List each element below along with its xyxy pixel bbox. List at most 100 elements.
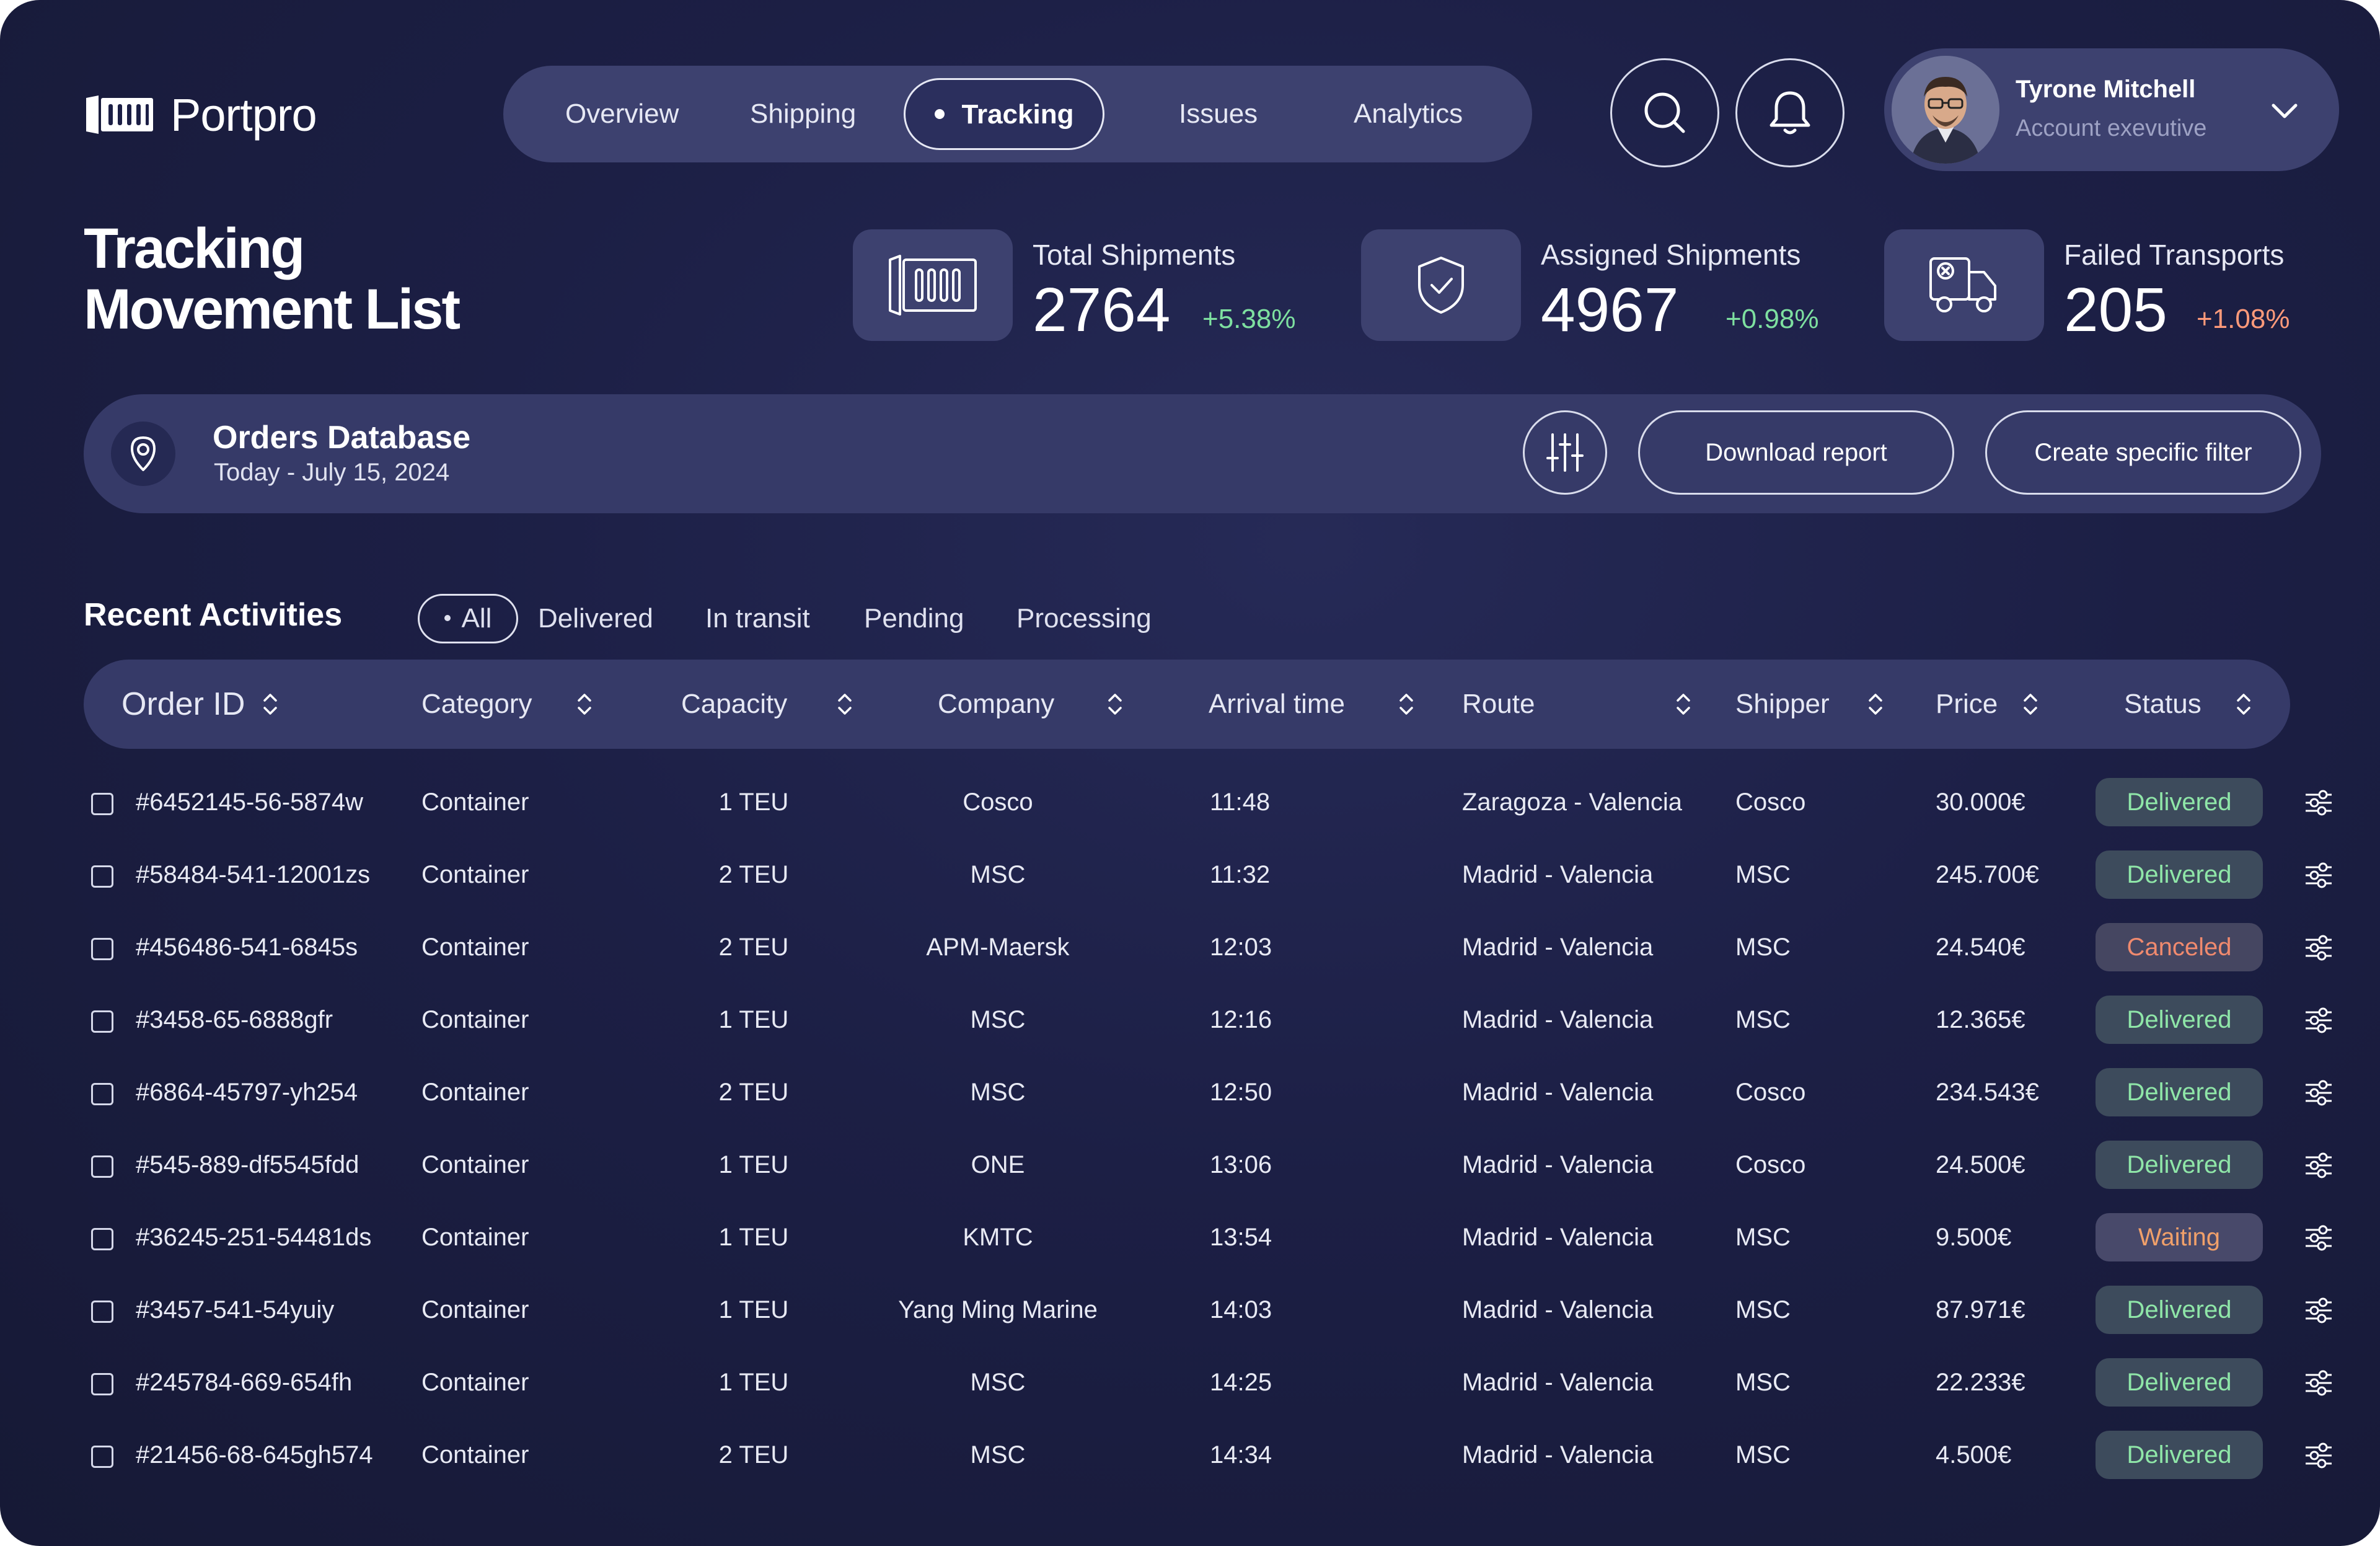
- sort-icon[interactable]: [1106, 689, 1124, 719]
- row-options-icon[interactable]: [2303, 1077, 2334, 1108]
- row-checkbox[interactable]: [91, 1446, 113, 1468]
- sort-icon[interactable]: [261, 689, 280, 719]
- column-category[interactable]: Category: [421, 660, 532, 749]
- filter-settings-button[interactable]: [1523, 410, 1607, 495]
- column-arrival-time[interactable]: Arrival time: [1209, 660, 1345, 749]
- cell-order-id: #456486-541-6845s: [136, 934, 358, 961]
- cell-order-id: #21456-68-645gh574: [136, 1441, 373, 1469]
- table-row[interactable]: #3458-65-6888gfr Container 1 TEU MSC 12:…: [0, 984, 2380, 1056]
- tab-processing[interactable]: Processing: [1016, 594, 1152, 643]
- row-options-icon[interactable]: [2303, 1005, 2334, 1036]
- row-checkbox[interactable]: [91, 865, 113, 888]
- column-order-id[interactable]: Order ID: [121, 660, 245, 749]
- column-status[interactable]: Status: [2124, 660, 2202, 749]
- cell-arrival: 12:16: [1210, 1006, 1272, 1033]
- tab-in-transit[interactable]: In transit: [705, 594, 810, 643]
- cell-arrival: 14:25: [1210, 1369, 1272, 1396]
- total-shipments-icon-tile: [853, 229, 1013, 341]
- user-profile-menu[interactable]: Tyrone Mitchell Account exevutive: [1884, 48, 2339, 171]
- cell-company: Cosco: [963, 788, 1033, 816]
- truck-failed-icon: [1929, 257, 1996, 312]
- table-row[interactable]: #6452145-56-5874w Container 1 TEU Cosco …: [0, 766, 2380, 839]
- cell-price: 30.000€: [1936, 788, 2025, 816]
- status-badge: Delivered: [2096, 1068, 2263, 1116]
- nav-tracking[interactable]: Tracking: [904, 78, 1104, 150]
- row-options-icon[interactable]: [2303, 1222, 2334, 1253]
- row-options-icon[interactable]: [2303, 1367, 2334, 1398]
- sort-icon[interactable]: [835, 689, 854, 719]
- assigned-shipments-icon-tile: [1361, 229, 1521, 341]
- sort-icon[interactable]: [1866, 689, 1885, 719]
- cell-shipper: MSC: [1735, 1224, 1791, 1251]
- cell-company: KMTC: [963, 1224, 1033, 1251]
- column-capacity[interactable]: Capacity: [681, 660, 787, 749]
- column-shipper[interactable]: Shipper: [1735, 660, 1830, 749]
- row-options-icon[interactable]: [2303, 860, 2334, 891]
- tab-pending[interactable]: Pending: [864, 594, 964, 643]
- row-checkbox[interactable]: [91, 938, 113, 960]
- table-row[interactable]: #245784-669-654fh Container 1 TEU MSC 14…: [0, 1346, 2380, 1419]
- sort-icon[interactable]: [575, 689, 594, 719]
- table-row[interactable]: #36245-251-54481ds Container 1 TEU KMTC …: [0, 1201, 2380, 1274]
- row-options-icon[interactable]: [2303, 787, 2334, 818]
- nav-overview[interactable]: Overview: [565, 66, 679, 162]
- column-route[interactable]: Route: [1462, 660, 1535, 749]
- create-filter-button[interactable]: Create specific filter: [1985, 410, 2301, 495]
- row-checkbox[interactable]: [91, 793, 113, 815]
- column-company[interactable]: Company: [938, 660, 1054, 749]
- row-options-icon[interactable]: [2303, 1440, 2334, 1471]
- table-row[interactable]: #21456-68-645gh574 Container 2 TEU MSC 1…: [0, 1419, 2380, 1491]
- nav-issues[interactable]: Issues: [1179, 66, 1258, 162]
- total-shipments-value: 2764: [1033, 275, 1171, 345]
- row-checkbox[interactable]: [91, 1373, 113, 1395]
- sort-icon[interactable]: [2234, 689, 2253, 719]
- cell-category: Container: [421, 788, 529, 816]
- database-title: Orders Database: [213, 420, 471, 456]
- table-row[interactable]: #456486-541-6845s Container 2 TEU APM-Ma…: [0, 911, 2380, 984]
- row-checkbox[interactable]: [91, 1010, 113, 1033]
- tab-all[interactable]: All: [418, 594, 518, 643]
- cell-route: Madrid - Valencia: [1462, 1006, 1654, 1033]
- tab-delivered[interactable]: Delivered: [538, 594, 653, 643]
- table-row[interactable]: #58484-541-12001zs Container 2 TEU MSC 1…: [0, 839, 2380, 911]
- cell-order-id: #245784-669-654fh: [136, 1369, 353, 1396]
- page-title-line2: Movement List: [84, 278, 461, 341]
- row-options-icon[interactable]: [2303, 1295, 2334, 1326]
- column-price[interactable]: Price: [1936, 660, 1998, 749]
- cell-company: Yang Ming Marine: [898, 1296, 1098, 1323]
- main-nav: Overview Shipping Tracking Issues Analyt…: [503, 66, 1532, 162]
- cell-shipper: MSC: [1735, 1369, 1791, 1396]
- download-report-button[interactable]: Download report: [1638, 410, 1954, 495]
- sort-icon[interactable]: [2021, 689, 2040, 719]
- cell-price: 12.365€: [1936, 1006, 2025, 1033]
- row-checkbox[interactable]: [91, 1083, 113, 1105]
- cell-company: MSC: [970, 1441, 1026, 1469]
- row-checkbox[interactable]: [91, 1228, 113, 1250]
- table-row[interactable]: #6864-45797-yh254 Container 2 TEU MSC 12…: [0, 1056, 2380, 1129]
- cell-capacity: 1 TEU: [718, 788, 789, 816]
- total-shipments-change: +5.38%: [1202, 304, 1296, 334]
- table-row[interactable]: #545-889-df5545fdd Container 1 TEU ONE 1…: [0, 1129, 2380, 1201]
- row-options-icon[interactable]: [2303, 932, 2334, 963]
- cell-arrival: 14:03: [1210, 1296, 1272, 1323]
- cell-arrival: 14:34: [1210, 1441, 1272, 1469]
- cell-price: 87.971€: [1936, 1296, 2025, 1323]
- status-badge: Delivered: [2096, 850, 2263, 899]
- row-checkbox[interactable]: [91, 1155, 113, 1178]
- chevron-down-icon[interactable]: [2266, 92, 2303, 129]
- row-checkbox[interactable]: [91, 1301, 113, 1323]
- nav-analytics[interactable]: Analytics: [1354, 66, 1463, 162]
- database-date: Today - July 15, 2024: [214, 459, 450, 486]
- cell-price: 9.500€: [1936, 1224, 2012, 1251]
- sort-icon[interactable]: [1674, 689, 1693, 719]
- notifications-button[interactable]: [1735, 58, 1844, 167]
- search-button[interactable]: [1610, 58, 1719, 167]
- sort-icon[interactable]: [1397, 689, 1416, 719]
- row-options-icon[interactable]: [2303, 1150, 2334, 1181]
- search-icon: [1644, 92, 1685, 133]
- app-logo[interactable]: Portpro: [84, 87, 317, 143]
- nav-shipping[interactable]: Shipping: [750, 66, 856, 162]
- cell-route: Madrid - Valencia: [1462, 1151, 1654, 1178]
- cell-order-id: #3457-541-54yuiy: [136, 1296, 335, 1323]
- table-row[interactable]: #3457-541-54yuiy Container 1 TEU Yang Mi…: [0, 1274, 2380, 1346]
